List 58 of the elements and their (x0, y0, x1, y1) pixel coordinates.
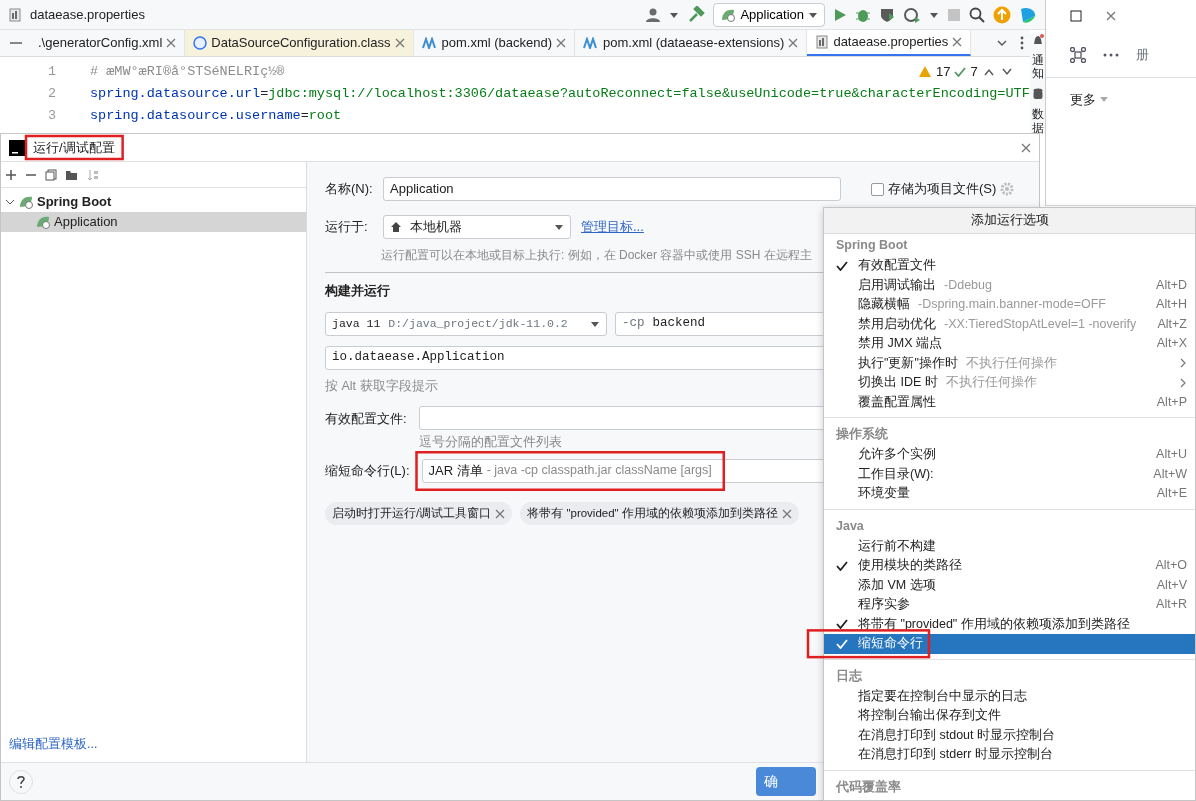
templates-link[interactable]: 编辑配置模板... (1, 735, 306, 762)
warning-count[interactable]: 17 (936, 62, 951, 82)
menu-item[interactable]: 在消息打印到 stdout 时显示控制台 (824, 725, 1195, 745)
manage-targets-link[interactable]: 管理目标... (581, 217, 644, 237)
jdk-dropdown[interactable]: java 11 D:/java_project/jdk-11.0.2 (325, 311, 607, 336)
editor-tab[interactable]: DataSourceConfiguration.class (185, 30, 414, 56)
code-line: # æMW°æRI®å°STSéNELRIç½® (90, 63, 285, 81)
line-number: 1 (46, 63, 57, 81)
run-configuration-dropdown[interactable]: Application (713, 2, 825, 27)
ok-button[interactable]: 确 (756, 767, 816, 796)
check-count[interactable]: 7 (970, 62, 978, 82)
code-line: spring.datasource.url=jdbc:mysql://localhost:3306/dataease?autoReconnect=false&useUnicode=true&characterEncoding=UTF (90, 85, 1030, 103)
field-label: 名称(N): (325, 180, 374, 199)
option-chip[interactable]: 启动时打开运行/调试工具窗口 (325, 502, 513, 526)
line-number: 3 (46, 107, 57, 125)
dialog-title: 运行/调试配置 (33, 141, 115, 154)
option-chip[interactable]: 将带有 "provided" 作用域的依赖项添加到类路径 (520, 502, 799, 526)
more-menu[interactable]: 更多 (1070, 89, 1096, 110)
hint-text: 按 Alt 获取字段提示 (325, 377, 438, 395)
file-breadcrumb[interactable]: dataease.properties (30, 4, 145, 25)
menu-group-heading: Spring Boot (835, 237, 909, 254)
menu-item[interactable]: 程序实参 Alt+R (824, 595, 1195, 615)
line-number: 2 (46, 85, 57, 103)
checkbox-label: 存储为项目文件(S) (888, 180, 997, 199)
menu-item[interactable]: 指定要在控制台中显示的日志 (824, 686, 1195, 706)
hint-text: 运行配置可以在本地或目标上执行: 例如，在 Docker 容器中或使用 SSH 在远程主 (381, 247, 812, 264)
editor-tab[interactable]: pom.xml (backend) (413, 30, 576, 56)
menu-item[interactable]: 将控制台输出保存到文件 (824, 706, 1195, 726)
menu-item[interactable]: 使用模块的类路径 Alt+O (824, 556, 1195, 576)
menu-group-heading: 操作系统 (835, 426, 889, 443)
run-target-dropdown[interactable]: 本地机器 (383, 215, 571, 239)
code-line: spring.datasource.username=root (90, 107, 342, 125)
menu-item[interactable]: 添加 VM 选项 Alt+V (824, 575, 1195, 595)
hint-text: 逗号分隔的配置文件列表 (419, 434, 562, 452)
menu-item[interactable]: 切换出 IDE 时 不执行任何操作 (824, 373, 1195, 393)
menu-item[interactable]: 缩短命令行 (824, 634, 1195, 654)
menu-item[interactable]: 运行前不构建 (824, 536, 1195, 556)
side-tab[interactable]: 通知 (1032, 54, 1044, 81)
menu-group-heading: 日志 (835, 667, 863, 685)
menu-title: 添加运行选项 (970, 212, 1049, 230)
menu-group-heading: Java (835, 517, 865, 535)
page-text: 册 (1136, 45, 1149, 64)
menu-group-heading: 代码覆盖率 (834, 778, 902, 796)
menu-item[interactable]: 有效配置文件 (824, 256, 1195, 276)
field-label: 运行于: (325, 218, 369, 237)
tree-item[interactable]: Application (1, 212, 306, 232)
side-tab[interactable]: 数据 (1032, 108, 1044, 135)
menu-item[interactable]: 启用调试输出 -Ddebug Alt+D (824, 275, 1195, 295)
name-field[interactable]: Application (383, 177, 841, 201)
section-title: 构建并运行 (325, 282, 390, 300)
editor-tab[interactable]: dataease.properties (807, 30, 972, 56)
menu-item[interactable]: 覆盖配置属性 Alt+P (824, 392, 1195, 412)
field-label: 缩短命令行(L): (325, 462, 410, 481)
menu-item[interactable]: 在消息打印到 stderr 时显示控制台 (824, 745, 1195, 765)
tree-item[interactable]: Spring Boot (1, 192, 306, 212)
menu-item[interactable]: 环境变量 Alt+E (824, 484, 1195, 504)
field-label: 有效配置文件: (325, 409, 408, 428)
menu-item[interactable]: 将带有 "provided" 作用域的依赖项添加到类路径 (824, 614, 1195, 634)
